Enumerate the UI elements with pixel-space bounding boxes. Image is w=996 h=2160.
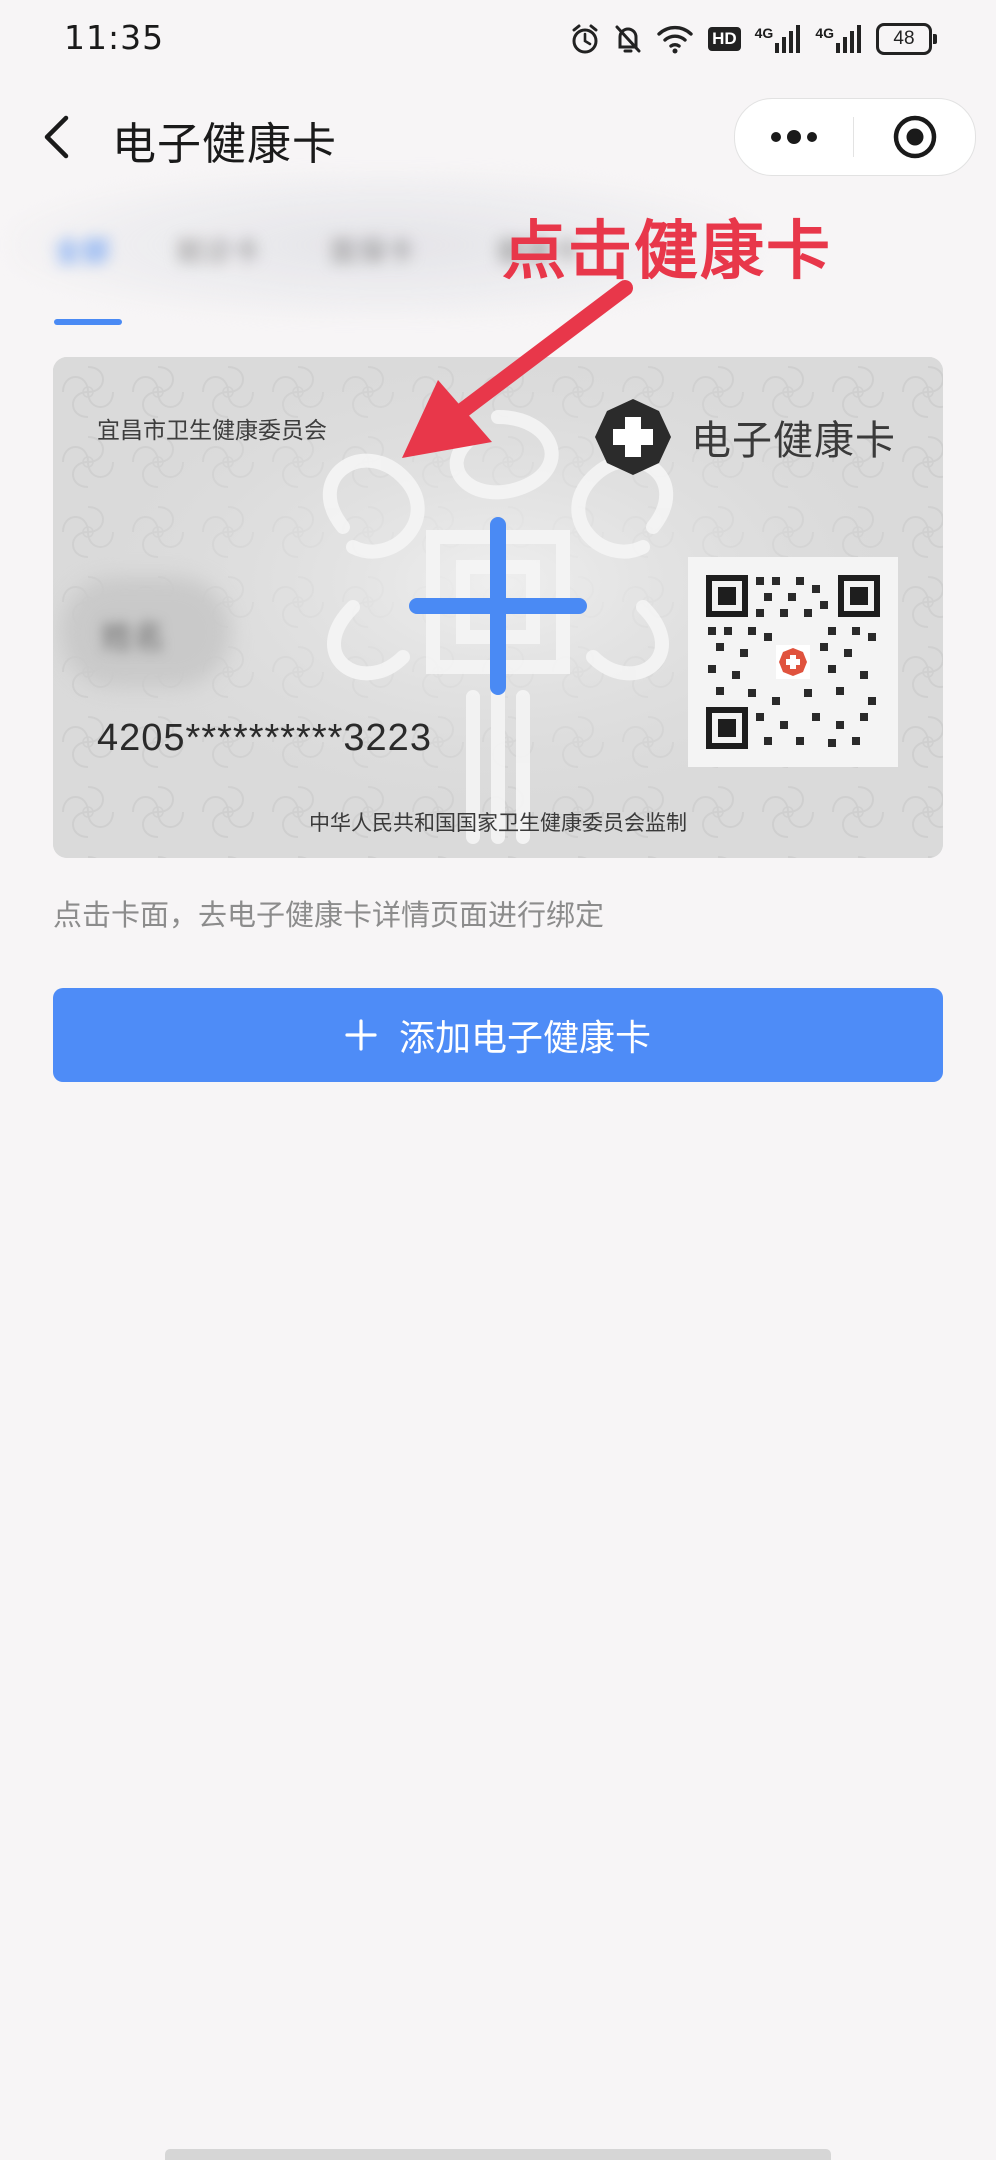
- annotation-arrow-icon: [402, 280, 633, 458]
- qr-code-icon: [702, 571, 884, 753]
- cardholder-name: 姓名: [101, 618, 166, 656]
- hd-badge: HD: [708, 27, 741, 51]
- mute-bell-icon: [615, 25, 641, 53]
- alarm-icon: [572, 24, 598, 54]
- more-dots-icon: [771, 130, 817, 144]
- add-health-card-button[interactable]: 添加电子健康卡: [53, 988, 943, 1082]
- mini-program-capsule: [734, 98, 976, 176]
- qr-code: [688, 557, 898, 767]
- signal-2-icon: 4G: [815, 25, 862, 53]
- status-time: 11:35: [64, 18, 165, 57]
- wifi-icon: [657, 25, 693, 54]
- tab-all[interactable]: 全部: [54, 230, 110, 270]
- plus-icon: [409, 517, 587, 695]
- chevron-left-icon: [44, 115, 69, 159]
- card-supervision-text: 中华人民共和国国家卫生健康委员会监制: [309, 811, 687, 835]
- page-title: 电子健康卡: [112, 119, 337, 170]
- target-close-icon: [893, 115, 936, 159]
- tab-visit-card[interactable]: 就诊卡: [176, 230, 260, 270]
- network-type-label: 4G: [815, 25, 834, 41]
- card-brand-label: 电子健康卡: [691, 418, 896, 464]
- battery-icon: 48: [876, 23, 937, 55]
- tab-insurance-card[interactable]: 医保卡: [330, 230, 414, 270]
- id-number: 4205**********3223: [97, 717, 432, 759]
- tab-active-indicator: [54, 319, 122, 325]
- status-icons: HD 4G 4G 48: [570, 18, 937, 60]
- home-indicator[interactable]: [165, 2149, 831, 2160]
- signal-1-icon: 4G: [755, 25, 802, 53]
- more-button[interactable]: [735, 99, 853, 175]
- close-button[interactable]: [854, 99, 975, 175]
- network-type-label: 4G: [754, 25, 774, 41]
- back-button[interactable]: [30, 104, 82, 170]
- bind-hint-text: 点击卡面，去电子健康卡详情页面进行绑定: [53, 898, 605, 932]
- add-health-card-label: 添加电子健康卡: [398, 1018, 651, 1059]
- card-issuer: 宜昌市卫生健康委员会: [97, 418, 327, 444]
- plus-icon: [345, 1019, 377, 1051]
